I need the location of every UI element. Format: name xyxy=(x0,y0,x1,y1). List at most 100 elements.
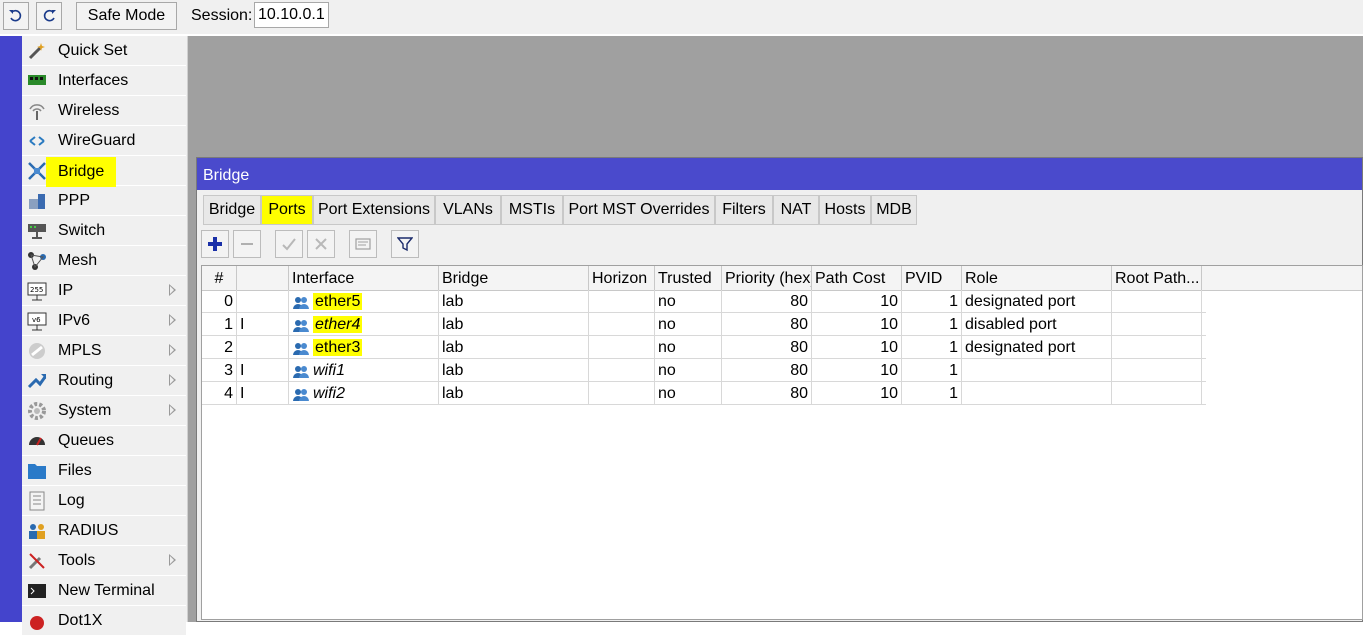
mpls-icon xyxy=(27,341,47,361)
column-header-trusted[interactable]: Trusted xyxy=(655,266,722,290)
interface-name: wifi1 xyxy=(313,362,346,379)
column-header-role[interactable]: Role xyxy=(962,266,1112,290)
interface-icon xyxy=(293,294,309,309)
column-header-priority-hex[interactable]: Priority (hex) xyxy=(722,266,812,290)
submenu-arrow-icon xyxy=(169,374,176,386)
enable-button[interactable] xyxy=(275,230,303,258)
undo-icon xyxy=(9,9,22,22)
switch-icon xyxy=(27,221,47,241)
interface-name: ether4 xyxy=(313,316,363,333)
window-title-bar[interactable]: Bridge xyxy=(197,158,1362,190)
add-button[interactable] xyxy=(201,230,229,258)
sidebar-item-wireguard[interactable]: WireGuard xyxy=(22,127,186,156)
tools-icon xyxy=(27,551,47,571)
routing-icon xyxy=(27,371,47,391)
table-row[interactable]: 0 ether5 lab no 80 10 1 designated port xyxy=(202,290,1206,313)
table-header: # Interface Bridge Horizon Trusted Priority (… xyxy=(202,266,1362,291)
submenu-arrow-icon xyxy=(169,344,176,356)
priority-cell: 80 xyxy=(722,336,812,358)
sidebar-item-system[interactable]: System xyxy=(22,397,186,426)
sidebar-item-ppp[interactable]: PPP xyxy=(22,187,186,216)
sidebar-item-interfaces[interactable]: Interfaces xyxy=(22,67,186,96)
sidebar-item-label: Tools xyxy=(58,552,96,569)
redo-button[interactable] xyxy=(36,2,62,30)
comment-icon xyxy=(355,238,371,250)
sidebar-item-label: New Terminal xyxy=(58,582,155,599)
sidebar-item-log[interactable]: Log xyxy=(22,487,186,516)
tab-port-extensions[interactable]: Port Extensions xyxy=(313,195,435,225)
session-label: Session: xyxy=(191,7,253,24)
submenu-arrow-icon xyxy=(169,404,176,416)
sidebar-item-label: IPv6 xyxy=(58,312,91,329)
undo-button[interactable] xyxy=(3,2,29,30)
sidebar-item-label: Bridge xyxy=(46,157,117,187)
bridge-cell: lab xyxy=(439,336,589,358)
sidebar-item-routing[interactable]: Routing xyxy=(22,367,186,396)
sidebar-item-mpls[interactable]: MPLS xyxy=(22,337,186,366)
sidebar-item-mesh[interactable]: Mesh xyxy=(22,247,186,276)
tab-port-mst-overrides[interactable]: Port MST Overrides xyxy=(563,195,715,225)
table-row[interactable]: 3 Iwifi1 lab no 80 10 1 xyxy=(202,359,1206,382)
column-header-flags[interactable] xyxy=(237,266,289,290)
interface-name: ether3 xyxy=(313,339,363,356)
column-header-horizon[interactable]: Horizon xyxy=(589,266,655,290)
tab-mstis[interactable]: MSTIs xyxy=(501,195,563,225)
sidebar-item-label: Wireless xyxy=(58,102,120,119)
interface-name: wifi2 xyxy=(313,385,346,402)
sidebar-item-wireless[interactable]: Wireless xyxy=(22,97,186,126)
sidebar-item-files[interactable]: Files xyxy=(22,457,186,486)
bridge-window: Bridge Bridge Ports Port Extensions VLANs MS… xyxy=(196,157,1363,622)
flag-cell: I xyxy=(237,313,289,335)
sidebar-item-radius[interactable]: RADIUS xyxy=(22,517,186,546)
sidebar-item-queues[interactable]: Queues xyxy=(22,427,186,456)
comment-button[interactable] xyxy=(349,230,377,258)
path-cost-cell: 10 xyxy=(812,359,902,381)
disable-button[interactable] xyxy=(307,230,335,258)
tab-bridge[interactable]: Bridge xyxy=(203,195,261,225)
sidebar-strip xyxy=(0,36,22,622)
pvid-cell: 1 xyxy=(902,290,962,312)
sidebar-item-label: Quick Set xyxy=(58,42,128,59)
interface-icon xyxy=(293,386,309,401)
sidebar-item-ipv6[interactable]: v6 IPv6 xyxy=(22,307,186,336)
session-value[interactable]: 10.10.0.1 xyxy=(254,2,329,28)
pvid-cell: 1 xyxy=(902,359,962,381)
sidebar-item-switch[interactable]: Switch xyxy=(22,217,186,246)
wireguard-icon xyxy=(27,131,47,151)
tab-ports[interactable]: Ports xyxy=(261,195,313,225)
role-cell: disabled port xyxy=(962,313,1112,335)
wand-icon xyxy=(27,41,47,61)
remove-icon xyxy=(241,243,253,245)
column-header-bridge[interactable]: Bridge xyxy=(439,266,589,290)
sidebar-item-new-terminal[interactable]: New Terminal xyxy=(22,577,186,606)
column-header-pvid[interactable]: PVID xyxy=(902,266,962,290)
column-header-[interactable]: # xyxy=(202,266,237,290)
interface-cell: ether5 xyxy=(289,290,439,312)
remove-button[interactable] xyxy=(233,230,261,258)
filter-button[interactable] xyxy=(391,230,419,258)
sidebar-item-label: Files xyxy=(58,462,92,479)
table-row[interactable]: 2 ether3 lab no 80 10 1 designated port xyxy=(202,336,1206,359)
sidebar-item-bridge[interactable]: Bridge xyxy=(22,157,186,187)
tab-hosts[interactable]: Hosts xyxy=(819,195,871,225)
priority-cell: 80 xyxy=(722,359,812,381)
table-row[interactable]: 1 Iether4 lab no 80 10 1 disabled port xyxy=(202,313,1206,336)
num-cell: 2 xyxy=(202,336,237,358)
sidebar-item-quick-set[interactable]: Quick Set xyxy=(22,37,186,66)
sidebar-item-tools[interactable]: Tools xyxy=(22,547,186,576)
tab-mdb[interactable]: MDB xyxy=(871,195,917,225)
safe-mode-button[interactable]: Safe Mode xyxy=(76,2,177,30)
window-title: Bridge xyxy=(203,167,250,184)
num-cell: 0 xyxy=(202,290,237,312)
enable-icon xyxy=(282,238,296,251)
tab-filters[interactable]: Filters xyxy=(715,195,773,225)
sidebar-item-ip[interactable]: 255 IP xyxy=(22,277,186,306)
tab-vlans[interactable]: VLANs xyxy=(435,195,501,225)
tab-nat[interactable]: NAT xyxy=(773,195,819,225)
redo-icon xyxy=(43,9,56,22)
column-header-interface[interactable]: Interface xyxy=(289,266,439,290)
log-icon xyxy=(27,491,47,511)
table-row[interactable]: 4 Iwifi2 lab no 80 10 1 xyxy=(202,382,1206,405)
column-header-path-cost[interactable]: Path Cost xyxy=(812,266,902,290)
column-header-root-path[interactable]: Root Path... xyxy=(1112,266,1202,290)
